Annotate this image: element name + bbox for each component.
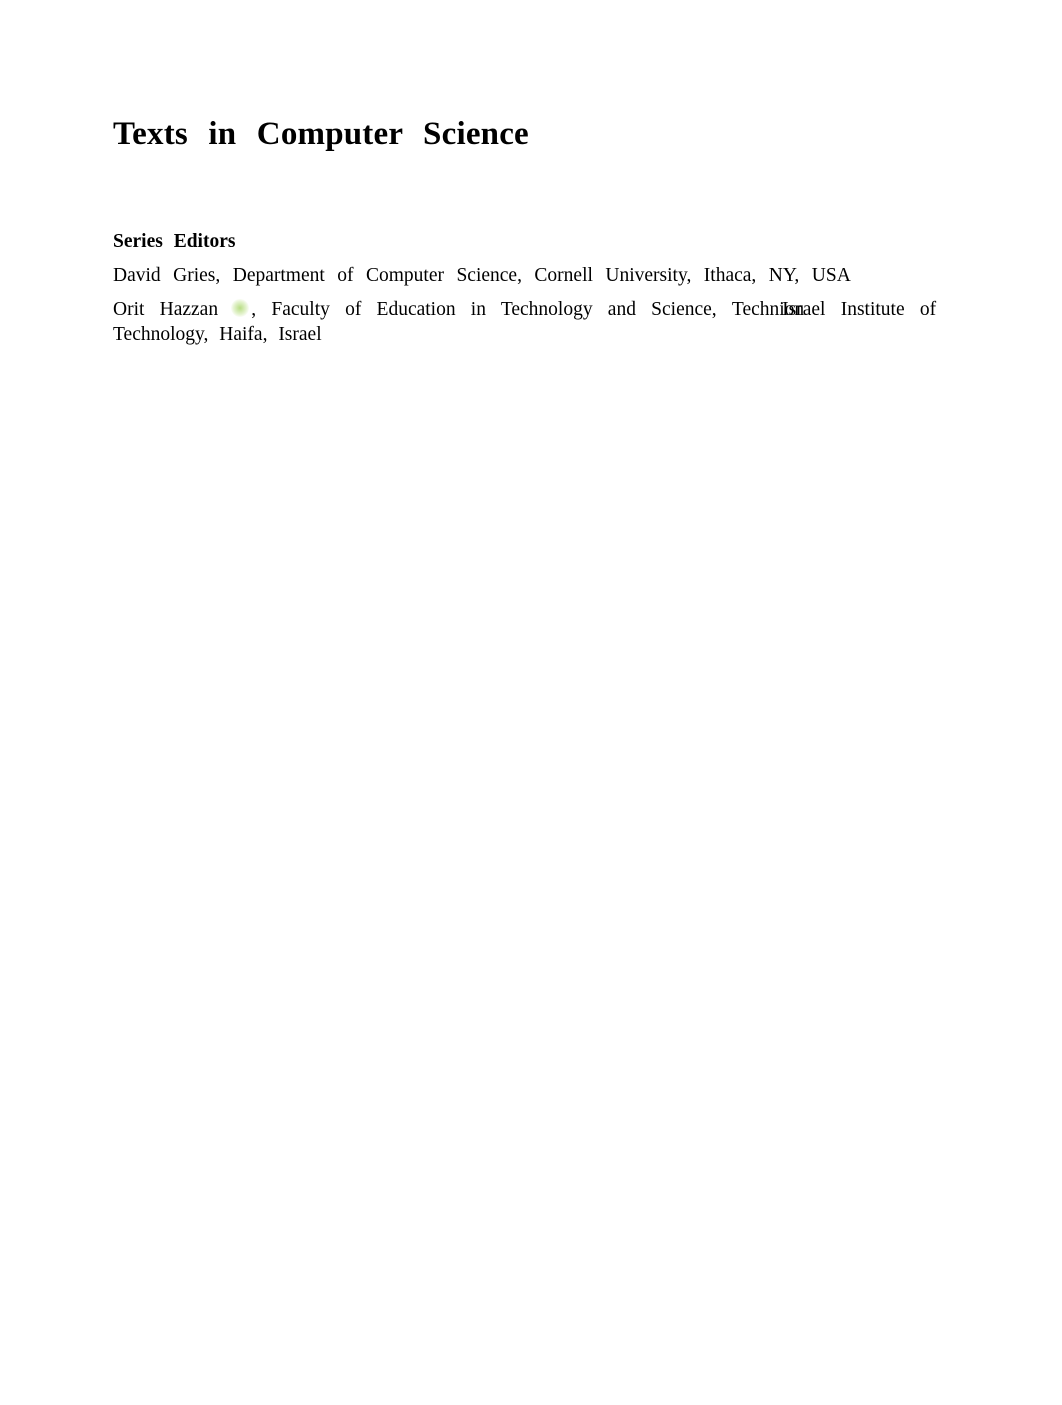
institution-name: TechnionIsrael [732,299,826,321]
editor-entry-hazzan: Orit Hazzan , Faculty of Education in Te… [113,299,937,321]
editor-affiliation-continued: Institute of [840,299,937,320]
series-title: Texts in Computer Science [113,116,529,152]
editor-name: David Gries [113,265,216,286]
editor-entry-hazzan-line2: Technology, Haifa, Israel [113,324,322,345]
editor-affiliation: Department of Computer Science, Cornell … [232,265,851,286]
editor-entry-gries: David Gries, Department of Computer Scie… [113,265,851,287]
series-editors-heading: Series Editors [113,231,236,252]
editor-name: Orit Hazzan [113,299,219,320]
separator-comma: , [215,265,233,286]
institution-name-part-a: Technion [731,299,805,320]
editor-affiliation: Faculty of Education in Technology and S… [271,299,717,320]
orcid-icon[interactable] [231,299,250,317]
